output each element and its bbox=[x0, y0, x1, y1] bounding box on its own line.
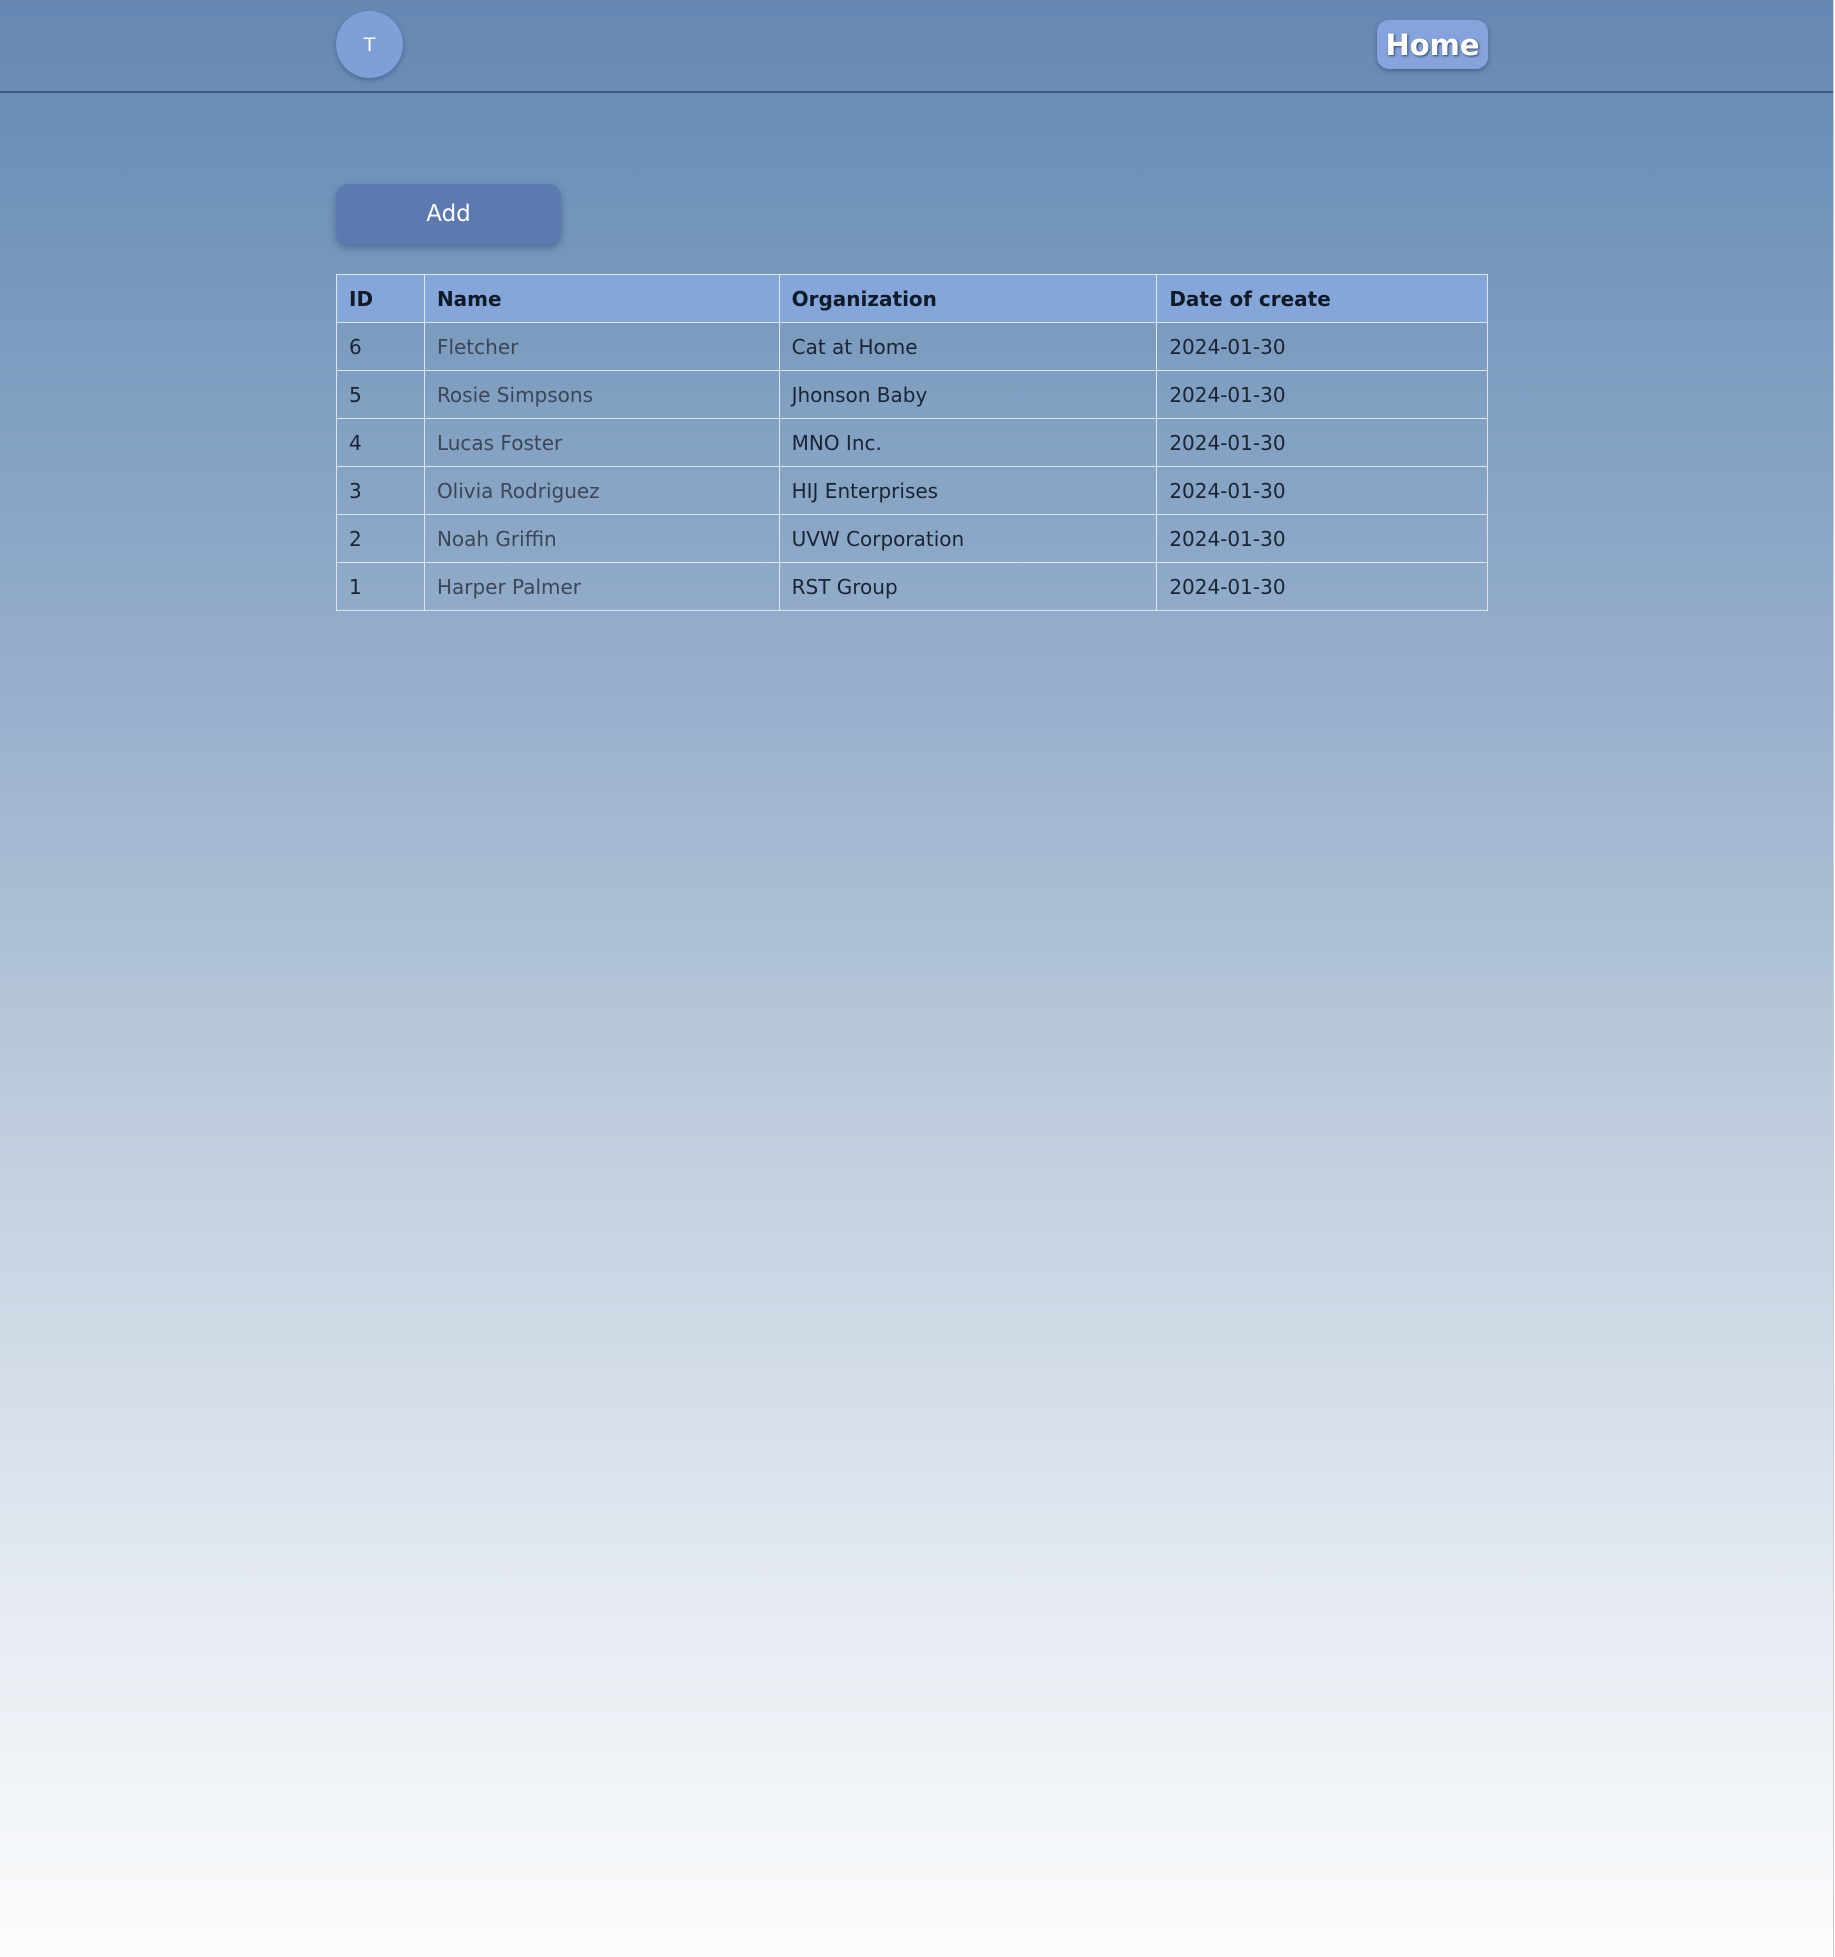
table-row[interactable]: 6 Fletcher Cat at Home 2024-01-30 bbox=[336, 322, 1488, 371]
cell-organization: HIJ Enterprises bbox=[778, 466, 1158, 515]
column-header-date: Date of create bbox=[1156, 274, 1488, 323]
table-row[interactable]: 4 Lucas Foster MNO Inc. 2024-01-30 bbox=[336, 418, 1488, 467]
cell-organization: UVW Corporation bbox=[778, 514, 1158, 563]
cell-organization: RST Group bbox=[778, 562, 1158, 611]
user-avatar[interactable]: T bbox=[336, 11, 403, 78]
column-header-name: Name bbox=[423, 274, 780, 323]
cell-date: 2024-01-30 bbox=[1156, 418, 1488, 467]
cell-id: 4 bbox=[336, 418, 425, 467]
cell-date: 2024-01-30 bbox=[1156, 514, 1488, 563]
top-navbar: T Home bbox=[0, 0, 1833, 93]
cell-name: Noah Griffin bbox=[423, 514, 780, 563]
table-header-row: ID Name Organization Date of create bbox=[336, 274, 1488, 323]
table-row[interactable]: 1 Harper Palmer RST Group 2024-01-30 bbox=[336, 562, 1488, 611]
cell-id: 2 bbox=[336, 514, 425, 563]
cell-id: 5 bbox=[336, 370, 425, 419]
cell-name: Fletcher bbox=[423, 322, 780, 371]
cell-date: 2024-01-30 bbox=[1156, 466, 1488, 515]
records-table: ID Name Organization Date of create 6 Fl… bbox=[336, 274, 1488, 611]
cell-name: Harper Palmer bbox=[423, 562, 780, 611]
cell-organization: Cat at Home bbox=[778, 322, 1158, 371]
app-viewport: T Home Add ID Name Organization Date of … bbox=[0, 0, 1834, 1957]
column-header-id: ID bbox=[336, 274, 425, 323]
add-button[interactable]: Add bbox=[336, 184, 561, 244]
table-body: 6 Fletcher Cat at Home 2024-01-30 5 Rosi… bbox=[336, 322, 1488, 611]
cell-organization: MNO Inc. bbox=[778, 418, 1158, 467]
cell-date: 2024-01-30 bbox=[1156, 322, 1488, 371]
table-row[interactable]: 5 Rosie Simpsons Jhonson Baby 2024-01-30 bbox=[336, 370, 1488, 419]
cell-organization: Jhonson Baby bbox=[778, 370, 1158, 419]
cell-id: 1 bbox=[336, 562, 425, 611]
table-row[interactable]: 3 Olivia Rodriguez HIJ Enterprises 2024-… bbox=[336, 466, 1488, 515]
cell-name: Olivia Rodriguez bbox=[423, 466, 780, 515]
cell-id: 3 bbox=[336, 466, 425, 515]
cell-id: 6 bbox=[336, 322, 425, 371]
cell-name: Lucas Foster bbox=[423, 418, 780, 467]
column-header-organization: Organization bbox=[778, 274, 1158, 323]
cell-date: 2024-01-30 bbox=[1156, 370, 1488, 419]
table-header: ID Name Organization Date of create bbox=[336, 274, 1488, 323]
table-row[interactable]: 2 Noah Griffin UVW Corporation 2024-01-3… bbox=[336, 514, 1488, 563]
cell-name: Rosie Simpsons bbox=[423, 370, 780, 419]
home-button[interactable]: Home bbox=[1377, 20, 1488, 69]
cell-date: 2024-01-30 bbox=[1156, 562, 1488, 611]
